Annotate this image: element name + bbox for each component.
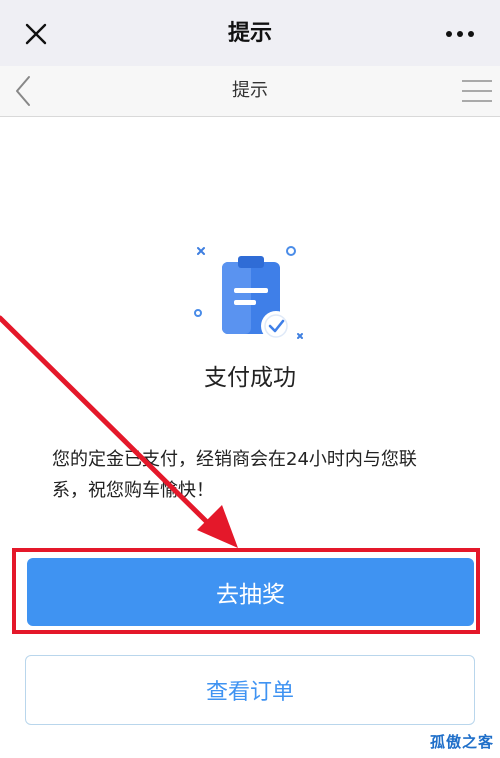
clipboard-check-icon <box>190 242 308 342</box>
window-title: 提示 <box>227 21 272 46</box>
watermark: 孤傲之客 <box>429 733 494 751</box>
menu-icon[interactable] <box>460 72 494 110</box>
status-title: 支付成功 <box>204 365 296 391</box>
page-nav-bar: 提示 <box>0 66 500 117</box>
page-title: 提示 <box>232 80 268 101</box>
payment-result-page: 提示 提示 支付成功 您的定金已支付，经销商会在24小时内与您联系，祝您购车愉快… <box>0 0 500 758</box>
status-message: 您的定金已支付，经销商会在24小时内与您联系，祝您购车愉快！ <box>52 449 417 501</box>
view-order-button[interactable]: 查看订单 <box>25 655 475 725</box>
lottery-button[interactable]: 去抽奖 <box>27 558 474 626</box>
more-dots-icon[interactable] <box>440 16 480 52</box>
wechat-title-bar: 提示 <box>0 0 500 66</box>
